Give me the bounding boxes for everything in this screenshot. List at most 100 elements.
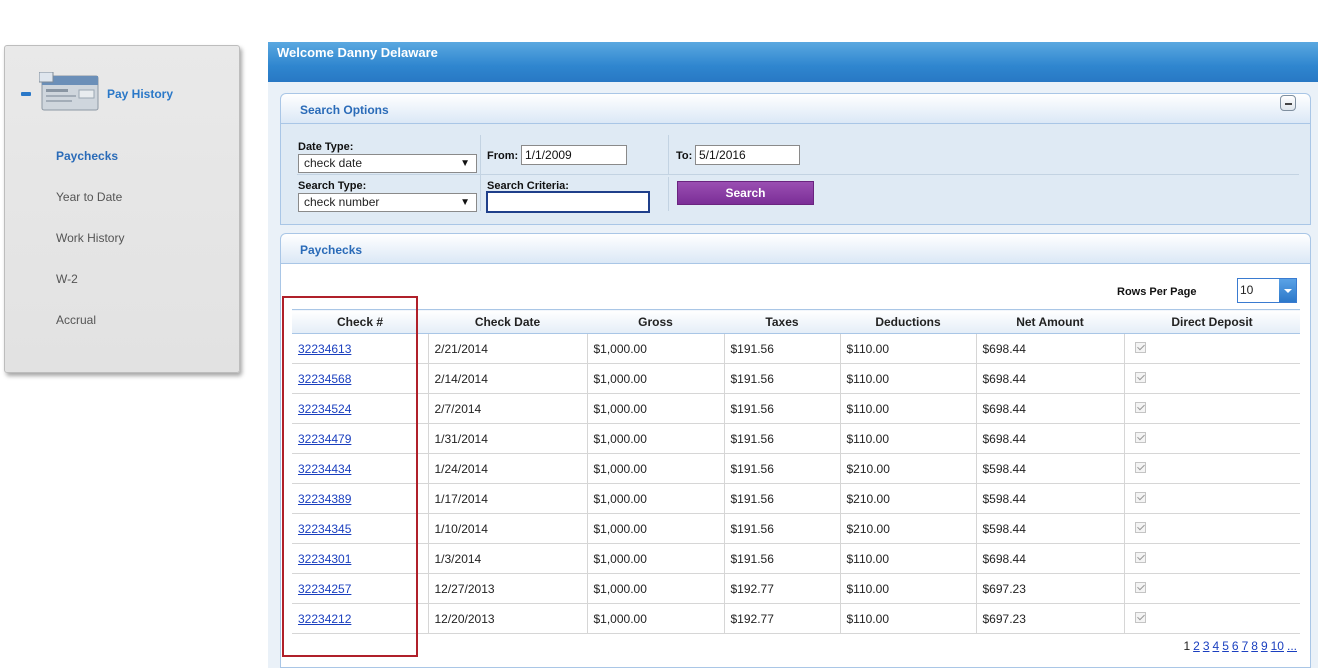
cell-net-amount: $598.44 (976, 513, 1125, 544)
cell-net-amount: $698.44 (976, 363, 1125, 394)
sidebar-item-w2[interactable]: W-2 (56, 272, 78, 286)
search-options-title: Search Options (300, 103, 389, 117)
collapse-icon[interactable] (21, 92, 31, 96)
cell-deductions: $110.00 (840, 363, 977, 394)
table-row: 32234212 12/20/2013 $1,000.00 $192.77 $110.0… (292, 603, 1300, 634)
column-header-direct-deposit[interactable]: Direct Deposit (1124, 309, 1300, 334)
cell-taxes: $191.56 (724, 543, 841, 574)
cell-direct-deposit (1124, 603, 1300, 634)
date-type-select[interactable]: check date ▼ (298, 154, 477, 173)
sidebar-item-work-history[interactable]: Work History (56, 231, 124, 245)
rows-per-page-label: Rows Per Page (1117, 286, 1197, 298)
page-link[interactable]: 4 (1213, 639, 1220, 653)
cell-taxes: $191.56 (724, 483, 841, 514)
page-link[interactable]: 6 (1232, 639, 1239, 653)
cell-deductions: $110.00 (840, 603, 977, 634)
table-row: 32234434 1/24/2014 $1,000.00 $191.56 $210.00… (292, 453, 1300, 484)
search-options-header: Search Options (280, 93, 1311, 124)
sidebar-title[interactable]: Pay History (107, 87, 173, 101)
main-panel: Welcome Danny Delaware Search Options Da… (268, 42, 1318, 668)
chevron-down-icon[interactable] (1279, 279, 1296, 302)
page-link[interactable]: 8 (1251, 639, 1258, 653)
paychecks-body: Rows Per Page 10 Check # Check Date Gros… (280, 264, 1311, 668)
table-row: 32234389 1/17/2014 $1,000.00 $191.56 $210.00… (292, 483, 1300, 514)
cell-gross: $1,000.00 (587, 483, 725, 514)
divider (297, 174, 1299, 175)
page-link[interactable]: 3 (1203, 639, 1210, 653)
page-link[interactable]: 9 (1261, 639, 1268, 653)
page-link[interactable]: ... (1287, 639, 1297, 653)
from-date-input[interactable]: 1/1/2009 (521, 145, 627, 165)
collapse-search-icon[interactable] (1280, 95, 1296, 111)
cell-check-date: 2/14/2014 (428, 363, 588, 394)
search-type-value: check number (304, 195, 380, 209)
cell-taxes: $191.56 (724, 363, 841, 394)
paycheck-icon (39, 72, 99, 111)
cell-deductions: $110.00 (840, 543, 977, 574)
sidebar-item-accrual[interactable]: Accrual (56, 313, 96, 327)
search-type-select[interactable]: check number ▼ (298, 193, 477, 212)
cell-net-amount: $698.44 (976, 423, 1125, 454)
sidebar-item-paychecks[interactable]: Paychecks (56, 149, 118, 163)
cell-deductions: $110.00 (840, 333, 977, 364)
rows-per-page-value: 10 (1240, 283, 1254, 297)
table-row: 32234301 1/3/2014 $1,000.00 $191.56 $110.00 $… (292, 543, 1300, 574)
cell-taxes: $191.56 (724, 513, 841, 544)
cell-deductions: $210.00 (840, 483, 977, 514)
column-header-taxes[interactable]: Taxes (724, 309, 840, 334)
column-header-net-amount[interactable]: Net Amount (976, 309, 1124, 334)
cell-direct-deposit (1124, 453, 1300, 484)
cell-gross: $1,000.00 (587, 573, 725, 604)
search-button[interactable]: Search (677, 181, 814, 205)
column-header-gross[interactable]: Gross (587, 309, 724, 334)
cell-direct-deposit (1124, 573, 1300, 604)
page-link[interactable]: 5 (1222, 639, 1229, 653)
cell-check-date: 12/27/2013 (428, 573, 588, 604)
welcome-banner: Welcome Danny Delaware (268, 42, 1318, 82)
cell-gross: $1,000.00 (587, 603, 725, 634)
cell-check-date: 1/24/2014 (428, 453, 588, 484)
table-row: 32234479 1/31/2014 $1,000.00 $191.56 $110.00… (292, 423, 1300, 454)
cell-check-date: 1/10/2014 (428, 513, 588, 544)
cell-gross: $1,000.00 (587, 453, 725, 484)
cell-taxes: $191.56 (724, 333, 841, 364)
direct-deposit-checkbox (1134, 551, 1146, 563)
table-row: 32234613 2/21/2014 $1,000.00 $191.56 $110.00… (292, 333, 1300, 364)
direct-deposit-checkbox (1134, 461, 1146, 473)
cell-check-date: 12/20/2013 (428, 603, 588, 634)
divider (668, 177, 669, 211)
welcome-text: Welcome Danny Delaware (277, 45, 438, 60)
to-date-input[interactable]: 5/1/2016 (695, 145, 800, 165)
cell-deductions: $110.00 (840, 573, 977, 604)
page-link[interactable]: 10 (1271, 639, 1284, 653)
search-criteria-label: Search Criteria: (487, 180, 569, 192)
direct-deposit-checkbox (1134, 371, 1146, 383)
rows-per-page-select[interactable]: 10 (1237, 278, 1297, 303)
dropdown-arrow-icon: ▼ (460, 158, 470, 169)
pagination: 1 2 3 4 5 6 7 8 9 10... (1180, 639, 1297, 653)
search-criteria-input[interactable] (486, 191, 650, 213)
divider (668, 135, 669, 175)
table-header-row: Check # Check Date Gross Taxes Deduction… (292, 309, 1300, 334)
cell-taxes: $191.56 (724, 453, 841, 484)
column-header-check-date[interactable]: Check Date (428, 309, 587, 334)
direct-deposit-checkbox (1134, 431, 1146, 443)
date-type-label: Date Type: (298, 141, 354, 153)
page-link[interactable]: 7 (1242, 639, 1249, 653)
cell-check-date: 1/17/2014 (428, 483, 588, 514)
cell-gross: $1,000.00 (587, 363, 725, 394)
date-type-value: check date (304, 156, 363, 170)
to-label: To: (676, 150, 693, 162)
cell-net-amount: $598.44 (976, 483, 1125, 514)
cell-net-amount: $698.44 (976, 543, 1125, 574)
page-link[interactable]: 2 (1193, 639, 1200, 653)
page-link[interactable]: 1 (1183, 639, 1190, 653)
cell-gross: $1,000.00 (587, 423, 725, 454)
sidebar-item-year-to-date[interactable]: Year to Date (56, 190, 122, 204)
column-header-deductions[interactable]: Deductions (840, 309, 976, 334)
cell-check-date: 1/31/2014 (428, 423, 588, 454)
table-row: 32234345 1/10/2014 $1,000.00 $191.56 $210.00… (292, 513, 1300, 544)
cell-net-amount: $698.44 (976, 393, 1125, 424)
dropdown-arrow-icon: ▼ (460, 197, 470, 208)
table-row: 32234568 2/14/2014 $1,000.00 $191.56 $110.00… (292, 363, 1300, 394)
